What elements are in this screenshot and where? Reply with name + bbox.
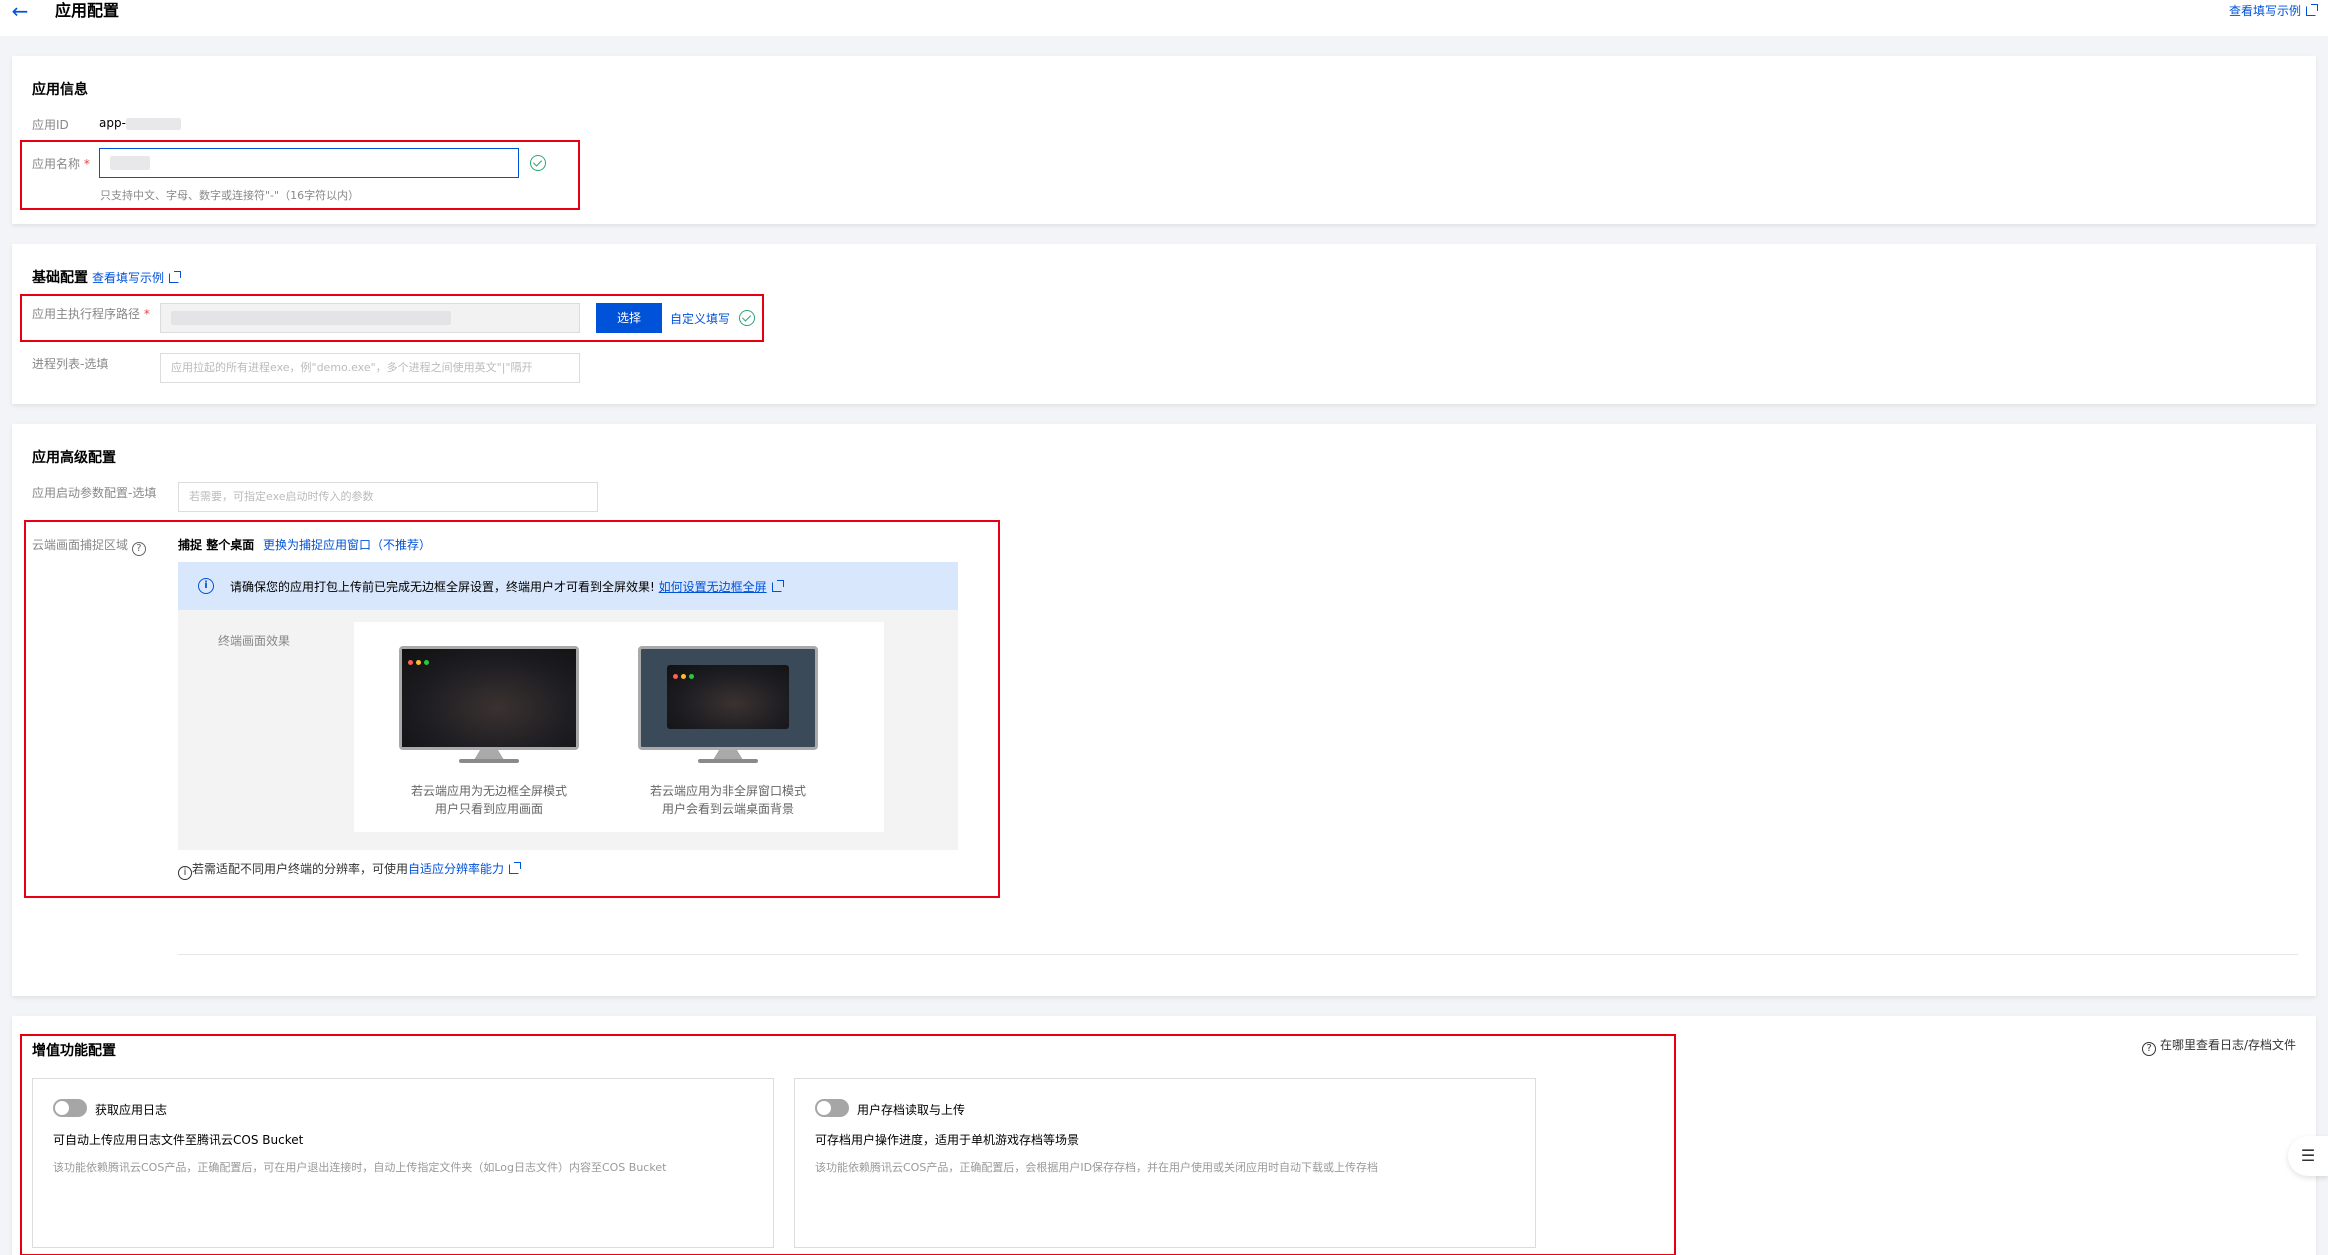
launch-params-label: 应用启动参数配置-选填 [32,486,157,500]
highlight-box-exe [20,294,764,342]
basic-example-link[interactable]: 查看填写示例 [92,269,182,286]
app-info-card: 应用信息 应用ID app- 应用名称 * 只支持中文、字母、数字或连接符"-"… [12,56,2316,224]
arrow-left-icon[interactable]: ← [8,0,32,24]
app-info-title: 应用信息 [32,82,88,98]
view-example-link-top[interactable]: 查看填写示例 [2229,2,2318,19]
highlight-box-name [20,140,580,210]
advanced-config-title: 应用高级配置 [32,450,116,466]
basic-config-title: 基础配置 [32,270,88,286]
section-divider [178,954,2298,955]
process-list-label: 进程列表-选填 [32,357,109,371]
advanced-config-card: 应用高级配置 应用启动参数配置-选填 若需要，可指定exe启动时传入的参数 云端… [12,424,2316,996]
highlight-box-value-added [20,1034,1676,1255]
where-to-view-link[interactable]: ? 在哪里查看日志/存档文件 [2142,1036,2296,1056]
external-link-icon [169,271,182,283]
highlight-box-capture [24,520,1000,898]
value-added-card: 增值功能配置 ? 在哪里查看日志/存档文件 获取应用日志 可自动上传应用日志文件… [12,1016,2316,1255]
external-link-icon [2306,4,2318,16]
top-bar: ← 应用配置 查看填写示例 [0,0,2328,36]
app-id-value: app- [99,116,181,130]
page-title: 应用配置 [55,1,120,20]
help-icon: ? [2142,1042,2157,1056]
basic-config-card: 基础配置 查看填写示例 应用主执行程序路径 * 选择 自定义填写 进程列表-选填… [12,244,2316,404]
process-list-input[interactable]: 应用拉起的所有进程exe，例"demo.exe"，多个进程之间使用英文"|"隔开 [160,353,580,383]
app-id-label: 应用ID [32,118,69,132]
side-menu-icon[interactable]: ☰ [2288,1136,2328,1176]
launch-params-input[interactable]: 若需要，可指定exe启动时传入的参数 [178,482,598,512]
